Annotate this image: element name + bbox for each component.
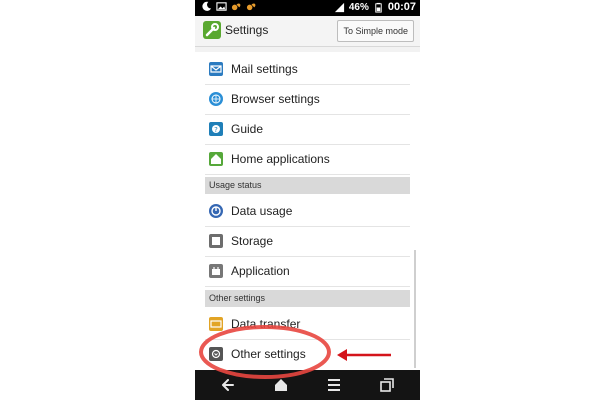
status-left	[201, 1, 257, 12]
section-header-other-settings: Other settings	[205, 290, 410, 307]
guide-icon: ?	[209, 122, 223, 136]
list-item-label: Other settings	[231, 347, 306, 361]
list-item-data-usage[interactable]: Data usage	[205, 196, 410, 227]
list-item-label: Application	[231, 264, 290, 278]
application-icon	[209, 264, 223, 278]
pointer-arrow-annotation	[337, 349, 391, 361]
data-usage-icon	[209, 204, 223, 218]
list-item-guide[interactable]: ? Guide	[205, 114, 410, 145]
storage-icon	[209, 234, 223, 248]
mail-icon	[209, 62, 223, 76]
battery-icon	[375, 2, 382, 13]
settings-list: Mail settings Browser settings ? Guide H…	[195, 52, 420, 370]
list-item-data-transfer[interactable]: Data transfer	[205, 309, 410, 340]
list-item-label: Storage	[231, 234, 274, 248]
simple-mode-button[interactable]: To Simple mode	[337, 20, 414, 42]
other-settings-icon	[209, 347, 223, 361]
back-icon[interactable]	[219, 376, 237, 394]
list-item-label: Guide	[231, 122, 264, 136]
clock: 00:07	[387, 1, 416, 13]
status-bar: 46% 00:07	[195, 0, 420, 16]
battery-percent: 46%	[348, 1, 369, 13]
action-bar: Settings To Simple mode	[195, 16, 420, 47]
status-right: 46% 00:07	[334, 1, 416, 13]
list-item-label: Data usage	[231, 204, 293, 218]
globe-icon	[209, 92, 223, 106]
list-item-label: Data transfer	[231, 317, 301, 331]
navigation-bar	[195, 370, 420, 400]
page-title: Settings	[225, 23, 269, 37]
wrench-icon[interactable]	[203, 21, 221, 39]
svg-text:?: ?	[214, 126, 218, 134]
signal-icon	[334, 2, 344, 12]
squirrel-icon	[231, 3, 241, 11]
section-header-usage-status: Usage status	[205, 177, 410, 194]
home-icon	[209, 152, 223, 166]
list-item-browser-settings[interactable]: Browser settings	[205, 84, 410, 115]
list-item-label: Browser settings	[231, 92, 320, 106]
recent-apps-icon[interactable]	[378, 376, 396, 394]
data-transfer-icon	[209, 317, 223, 331]
phone-screen: 46% 00:07 Settings To Simple mode Mail s…	[195, 0, 420, 400]
menu-icon[interactable]	[325, 376, 343, 394]
image-icon	[216, 2, 227, 11]
home-icon[interactable]	[272, 376, 290, 394]
list-item-mail-settings[interactable]: Mail settings	[205, 54, 410, 85]
scrollbar[interactable]	[414, 250, 416, 368]
list-item-label: Mail settings	[231, 62, 298, 76]
list-item-application[interactable]: Application	[205, 256, 410, 287]
list-item-home-applications[interactable]: Home applications	[205, 144, 410, 175]
list-item-storage[interactable]: Storage	[205, 226, 410, 257]
moon-icon	[202, 1, 212, 11]
squirrel-icon	[246, 3, 256, 11]
list-item-label: Home applications	[231, 152, 330, 166]
